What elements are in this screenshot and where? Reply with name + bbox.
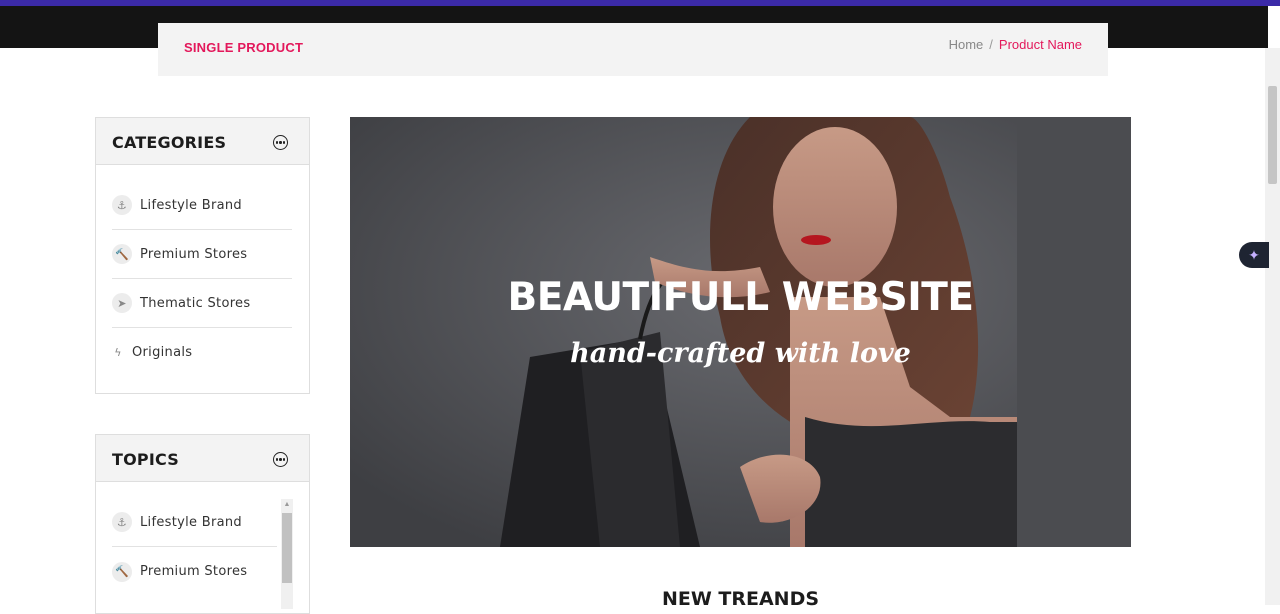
- topics-header: TOPICS: [96, 435, 309, 482]
- anchor-icon: ⚓: [112, 512, 132, 532]
- topics-scroll-thumb[interactable]: [282, 513, 292, 583]
- anchor-icon: ⚓: [112, 195, 132, 215]
- page-title: SINGLE PRODUCT: [184, 40, 304, 55]
- category-label: Thematic Stores: [140, 295, 251, 311]
- topics-list: ⚓ Lifestyle Brand 🔨 Premium Stores: [96, 482, 309, 596]
- page-scroll-thumb[interactable]: [1268, 86, 1277, 184]
- hero-subtitle: hand-crafted with love: [570, 338, 911, 369]
- topics-scrollbar[interactable]: ▲: [281, 499, 293, 609]
- category-item-thematic-stores[interactable]: ➤ Thematic Stores: [112, 279, 292, 328]
- categories-collapse-icon[interactable]: [273, 135, 288, 150]
- categories-widget: CATEGORIES ⚓ Lifestyle Brand 🔨 Premium Sto…: [95, 117, 310, 394]
- category-label: Originals: [132, 345, 193, 360]
- category-item-lifestyle-brand[interactable]: ⚓ Lifestyle Brand: [112, 181, 292, 230]
- breadcrumb-home-link[interactable]: Home: [949, 37, 984, 52]
- category-item-premium-stores[interactable]: 🔨 Premium Stores: [112, 230, 292, 279]
- breadcrumb-current: Product Name: [998, 37, 1082, 52]
- categories-header: CATEGORIES: [96, 118, 309, 165]
- bolt-icon: ϟ: [114, 346, 122, 359]
- categories-title: CATEGORIES: [112, 133, 227, 152]
- breadcrumb: Home / Product Name: [949, 37, 1082, 52]
- page-scrollbar[interactable]: [1265, 48, 1280, 605]
- topic-item-lifestyle-brand[interactable]: ⚓ Lifestyle Brand: [112, 498, 277, 547]
- hero-banner: BEAUTIFULL WEBSITE hand-crafted with lov…: [350, 117, 1131, 547]
- categories-list: ⚓ Lifestyle Brand 🔨 Premium Stores ➤ Themat…: [96, 165, 309, 377]
- sparkle-icon[interactable]: ✦: [1239, 242, 1269, 268]
- new-trends-heading: NEW TREANDS: [661, 588, 820, 610]
- topic-item-premium-stores[interactable]: 🔨 Premium Stores: [112, 547, 277, 596]
- hero-text: BEAUTIFULL WEBSITE hand-crafted with lov…: [350, 275, 1131, 369]
- topics-collapse-icon[interactable]: [273, 452, 288, 467]
- rocket-icon: ➤: [112, 293, 132, 313]
- gavel-icon: 🔨: [112, 561, 132, 582]
- breadcrumb-separator: /: [989, 37, 993, 52]
- scroll-up-arrow-icon[interactable]: ▲: [281, 499, 293, 511]
- category-label: Lifestyle Brand: [140, 197, 242, 213]
- hero-title: BEAUTIFULL WEBSITE: [507, 275, 974, 320]
- category-label: Premium Stores: [140, 246, 248, 262]
- category-item-originals[interactable]: ϟ Originals: [112, 328, 292, 377]
- topic-label: Lifestyle Brand: [140, 514, 242, 530]
- topics-title: TOPICS: [112, 450, 179, 469]
- page-title-bar: SINGLE PRODUCT Home / Product Name: [158, 23, 1108, 76]
- topics-widget: TOPICS ⚓ Lifestyle Brand 🔨 Premium Stores …: [95, 434, 310, 614]
- topic-label: Premium Stores: [140, 564, 248, 579]
- gavel-icon: 🔨: [112, 244, 132, 264]
